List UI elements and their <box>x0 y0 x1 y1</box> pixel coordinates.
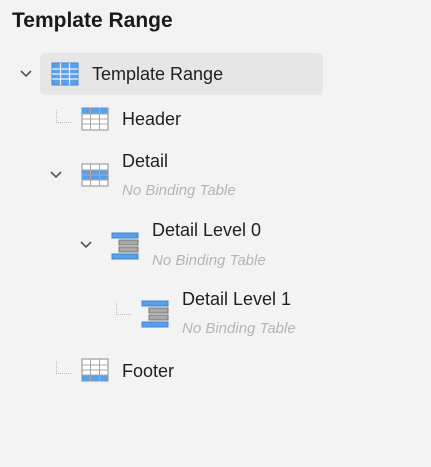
table-header-icon <box>81 107 109 131</box>
tree-item-label: Header <box>122 109 182 129</box>
detail-level-icon <box>141 300 169 328</box>
tree-connector <box>56 110 71 123</box>
binding-table-status: No Binding Table <box>152 252 266 269</box>
tree-item-label: Detail Level 1 <box>182 289 292 309</box>
binding-table-status: No Binding Table <box>122 182 236 199</box>
panel-title: Template Range <box>12 9 173 32</box>
table-detail-icon <box>81 163 109 187</box>
tree-item-label: Detail <box>122 151 169 171</box>
chevron-down-icon[interactable] <box>18 66 34 82</box>
tree-item-label: Detail Level 0 <box>152 220 262 240</box>
chevron-down-icon[interactable] <box>78 237 94 253</box>
binding-table-status: No Binding Table <box>182 320 296 337</box>
tree-item-label: Footer <box>122 361 175 381</box>
tree-connector <box>56 361 71 374</box>
tree-item-label: Template Range <box>92 64 224 84</box>
table-range-icon <box>51 62 79 86</box>
chevron-down-icon[interactable] <box>48 167 64 183</box>
table-footer-icon <box>81 358 109 382</box>
tree-connector <box>116 302 131 315</box>
detail-level-icon <box>111 232 139 260</box>
